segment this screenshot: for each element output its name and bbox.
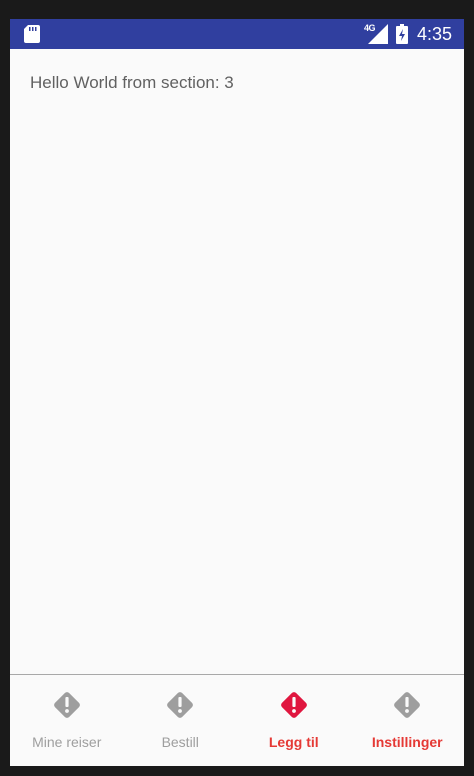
nav-item-instillinger[interactable]: Instillinger	[351, 675, 465, 766]
nav-label: Mine reiser	[32, 734, 102, 750]
device-frame: 4G 4:35 Hello World from section: 3 Mine…	[0, 0, 474, 776]
bottom-navigation: Mine reiser Bestill Legg til Instillinge…	[10, 674, 464, 766]
section-text: Hello World from section: 3	[30, 73, 234, 92]
main-content: Hello World from section: 3	[10, 49, 464, 675]
status-bar: 4G 4:35	[10, 19, 464, 49]
battery-icon	[396, 24, 408, 44]
nav-item-legg-til[interactable]: Legg til	[237, 675, 351, 766]
sd-card-icon	[24, 25, 40, 43]
alert-diamond-icon	[167, 692, 194, 718]
signal-icon	[368, 24, 388, 44]
alert-diamond-icon	[53, 692, 80, 718]
nav-label: Instillinger	[371, 734, 443, 750]
nav-item-mine-reiser[interactable]: Mine reiser	[10, 675, 124, 766]
alert-diamond-icon	[280, 692, 307, 718]
nav-label: Legg til	[268, 734, 319, 750]
status-clock: 4:35	[417, 24, 453, 44]
nav-label: Bestill	[161, 734, 199, 750]
nav-item-bestill[interactable]: Bestill	[124, 675, 238, 766]
alert-diamond-icon	[394, 692, 421, 718]
app-screen: 4G 4:35 Hello World from section: 3 Mine…	[10, 19, 464, 766]
